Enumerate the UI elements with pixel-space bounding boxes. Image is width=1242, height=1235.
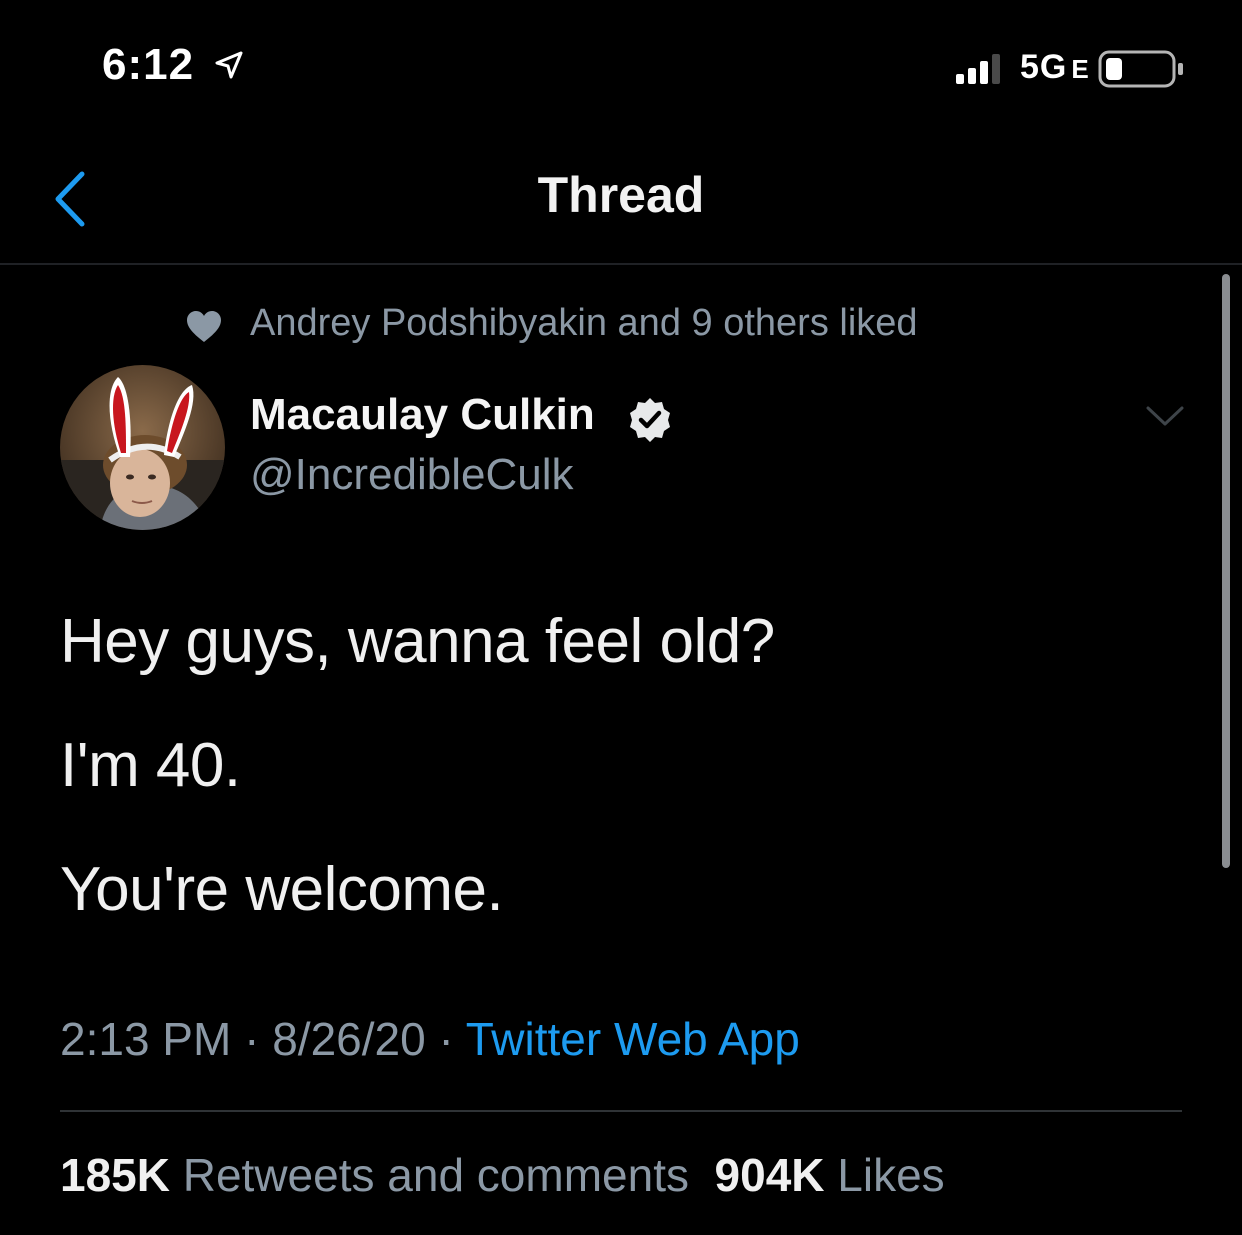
likes-label: Likes (837, 1149, 945, 1201)
tweet-text-line: Hey guys, wanna feel old? (60, 607, 775, 676)
stats-row: 185K Retweets and comments 904K Likes (60, 1148, 945, 1202)
meta-separator: · (438, 1013, 454, 1065)
meta-separator: · (244, 1013, 260, 1065)
tweet-time: 2:13 PM (60, 1013, 232, 1065)
likes-count: 904K (714, 1149, 825, 1201)
stats-divider (60, 1110, 1182, 1112)
likes-stat[interactable]: 904K Likes (715, 1149, 945, 1201)
tweet-meta: 2:13 PM · 8/26/20 · Twitter Web App (60, 1012, 800, 1066)
heart-icon (187, 311, 221, 342)
tweet-text-line: I'm 40. (60, 731, 241, 800)
network-type-label: 5G E (1020, 48, 1090, 87)
signal-bars-icon (956, 54, 1000, 84)
retweets-label: Retweets and comments (182, 1149, 689, 1201)
avatar-image (60, 365, 225, 530)
retweets-count: 185K (60, 1149, 170, 1201)
tweet-source-link[interactable]: Twitter Web App (466, 1013, 800, 1065)
page-title: Thread (537, 167, 705, 223)
network-suffix: E (1071, 54, 1090, 84)
retweets-stat[interactable]: 185K Retweets and comments (60, 1149, 689, 1201)
author-handle[interactable]: @IncredibleCulk (250, 450, 573, 500)
battery-icon (1098, 50, 1183, 88)
author-name[interactable]: Macaulay Culkin (250, 390, 595, 440)
verified-badge-icon (630, 398, 670, 442)
chevron-down-icon[interactable] (1140, 390, 1190, 440)
scrollbar[interactable] (1222, 274, 1230, 868)
social-context-label[interactable]: Andrey Podshibyakin and 9 others liked (250, 302, 918, 345)
status-time: 6:12 (102, 40, 195, 89)
avatar[interactable] (60, 365, 225, 530)
network-generation: 5G (1020, 48, 1068, 86)
tweet-date: 8/26/20 (272, 1013, 426, 1065)
tweet-text-line: You're welcome. (60, 855, 504, 924)
nav-divider (0, 263, 1242, 265)
location-arrow-icon (215, 51, 243, 79)
